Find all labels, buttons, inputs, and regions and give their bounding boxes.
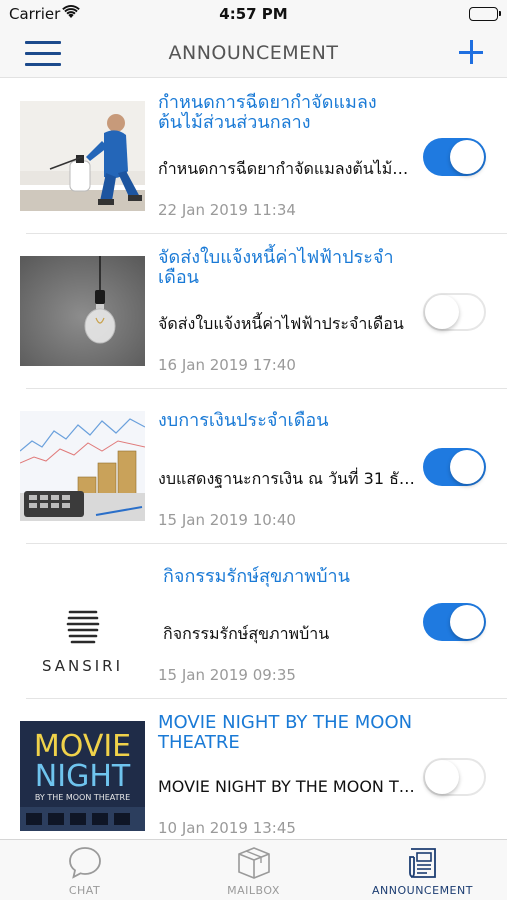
announcement-description: กำหนดการฉีดยากำจัดแมลงต้นไม้ส่วนส่วนกลาง bbox=[158, 159, 416, 178]
clock: 4:57 PM bbox=[219, 5, 288, 23]
poster-title-line-2: NIGHT bbox=[34, 759, 131, 794]
announcement-description: MOVIE NIGHT BY THE MOON THEATRE bbox=[158, 777, 416, 796]
list-item[interactable]: งบการเงินประจำเดือน งบแสดงฐานะการเงิน ณ … bbox=[0, 389, 507, 544]
light-bulb-photo bbox=[20, 256, 145, 366]
announcement-description: กิจกรรมรักษ์สุขภาพบ้าน bbox=[163, 624, 330, 643]
announcement-date: 16 Jan 2019 17:40 bbox=[158, 356, 296, 374]
announcement-date: 10 Jan 2019 13:45 bbox=[158, 819, 296, 837]
movie-night-poster: MOVIE NIGHT BY THE MOON THEATRE bbox=[20, 721, 145, 831]
announcement-description: จัดส่งใบแจ้งหนี้ค่าไฟฟ้าประจำเดือน bbox=[158, 314, 404, 333]
add-announcement-button[interactable] bbox=[457, 38, 485, 66]
list-item[interactable]: จัดส่งใบแจ้งหนี้ค่าไฟฟ้าประจำเดือน จัดส่… bbox=[0, 234, 507, 389]
notification-toggle[interactable] bbox=[423, 448, 486, 486]
tab-label: MAILBOX bbox=[227, 884, 280, 897]
chat-bubble-icon bbox=[68, 847, 101, 879]
list-item[interactable]: SANSIRI กิจกรรมรักษ์สุขภาพบ้าน กิจกรรมรั… bbox=[0, 544, 507, 699]
coins-calculator-photo bbox=[20, 411, 145, 521]
pest-spraying-photo bbox=[20, 101, 145, 211]
mailbox-icon bbox=[237, 847, 270, 879]
tab-label: ANNOUNCEMENT bbox=[372, 884, 473, 897]
notification-toggle[interactable] bbox=[423, 293, 486, 331]
page-title: ANNOUNCEMENT bbox=[168, 42, 339, 64]
battery-icon bbox=[469, 7, 501, 21]
list-item[interactable]: MOVIE NIGHT BY THE MOON THEATRE MOVIE NI… bbox=[0, 699, 507, 839]
notification-toggle[interactable] bbox=[423, 138, 486, 176]
notification-toggle[interactable] bbox=[423, 603, 486, 641]
nav-bar: ANNOUNCEMENT bbox=[0, 28, 507, 78]
sansiri-logo: SANSIRI bbox=[20, 566, 145, 676]
list-item[interactable]: กำหนดการฉีดยากำจัดแมลงต้นไม้ส่วนส่วนกลาง… bbox=[0, 79, 507, 234]
announcement-description: งบแสดงฐานะการเงิน ณ วันที่ 31 ธันวาคม 25… bbox=[158, 469, 416, 488]
announcement-title: MOVIE NIGHT BY THE MOON THEATRE bbox=[158, 712, 413, 753]
notification-toggle[interactable] bbox=[423, 758, 486, 796]
tab-announcement[interactable]: ANNOUNCEMENT bbox=[338, 840, 507, 900]
tab-chat[interactable]: CHAT bbox=[0, 840, 169, 900]
announcement-date: 22 Jan 2019 11:34 bbox=[158, 201, 296, 219]
tab-label: CHAT bbox=[68, 884, 101, 897]
newspaper-icon bbox=[408, 848, 436, 878]
announcement-title: กิจกรรมรักษ์สุขภาพบ้าน bbox=[163, 566, 350, 587]
announcement-date: 15 Jan 2019 09:35 bbox=[158, 666, 296, 684]
announcement-title: จัดส่งใบแจ้งหนี้ค่าไฟฟ้าประจำเดือน bbox=[158, 247, 394, 288]
announcement-list[interactable]: กำหนดการฉีดยากำจัดแมลงต้นไม้ส่วนส่วนกลาง… bbox=[0, 79, 507, 839]
status-bar: Carrier 4:57 PM bbox=[0, 0, 507, 28]
announcement-date: 15 Jan 2019 10:40 bbox=[158, 511, 296, 529]
sansiri-logo-text: SANSIRI bbox=[41, 657, 124, 675]
poster-subtitle: BY THE MOON THEATRE bbox=[34, 793, 131, 802]
announcement-title: กำหนดการฉีดยากำจัดแมลงต้นไม้ส่วนส่วนกลาง bbox=[158, 92, 377, 133]
announcement-title: งบการเงินประจำเดือน bbox=[158, 410, 329, 431]
tab-bar: CHAT MAILBOX ANNOUNCEMENT bbox=[0, 839, 507, 900]
tab-mailbox[interactable]: MAILBOX bbox=[169, 840, 338, 900]
